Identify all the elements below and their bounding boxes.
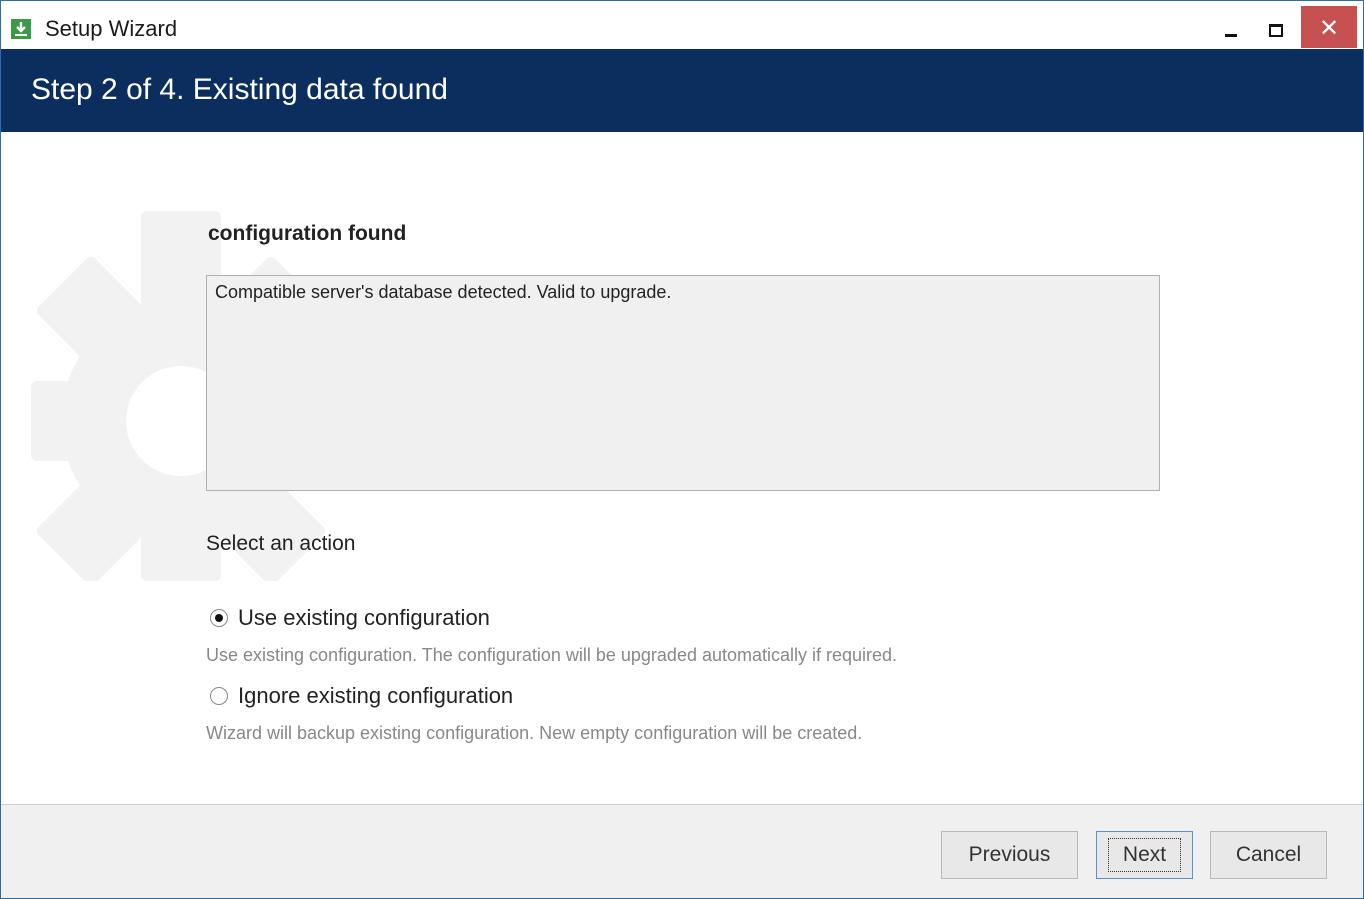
section-title: configuration found bbox=[208, 222, 407, 245]
footer-bar: Previous Next Cancel bbox=[1, 804, 1363, 898]
radio-use-existing[interactable]: Use existing configuration bbox=[210, 605, 490, 631]
radio-label[interactable]: Ignore existing configuration bbox=[238, 683, 513, 709]
radio-ignore-existing[interactable]: Ignore existing configuration bbox=[210, 683, 513, 709]
previous-button[interactable]: Previous bbox=[941, 831, 1078, 879]
window-title: Setup Wizard bbox=[45, 16, 178, 41]
step-title: Step 2 of 4. Existing data found bbox=[31, 73, 448, 106]
radio-button-checked[interactable] bbox=[210, 609, 228, 627]
minimize-icon bbox=[1225, 34, 1237, 37]
download-icon bbox=[11, 19, 31, 39]
cancel-button[interactable]: Cancel bbox=[1210, 831, 1327, 879]
setup-wizard-window: Setup Wizard ✕ Step 2 of 4. Existing dat… bbox=[0, 0, 1364, 899]
title-bar: Setup Wizard ✕ bbox=[1, 1, 1363, 49]
radio-label[interactable]: Use existing configuration bbox=[238, 605, 490, 631]
close-icon: ✕ bbox=[1318, 15, 1340, 42]
radio-description: Wizard will backup existing configuratio… bbox=[206, 723, 863, 743]
select-action-label: Select an action bbox=[206, 532, 356, 555]
radio-description: Use existing configuration. The configur… bbox=[206, 645, 898, 665]
wizard-header: Step 2 of 4. Existing data found bbox=[1, 49, 1363, 132]
radio-button-unchecked[interactable] bbox=[210, 687, 228, 705]
close-button[interactable]: ✕ bbox=[1301, 6, 1357, 48]
next-button-label: Next bbox=[1107, 838, 1182, 872]
next-button[interactable]: Next bbox=[1096, 831, 1193, 879]
maximize-button[interactable] bbox=[1255, 6, 1299, 48]
minimize-button[interactable] bbox=[1211, 6, 1255, 48]
info-textbox: Compatible server's database detected. V… bbox=[206, 275, 1160, 491]
maximize-icon bbox=[1269, 24, 1283, 37]
